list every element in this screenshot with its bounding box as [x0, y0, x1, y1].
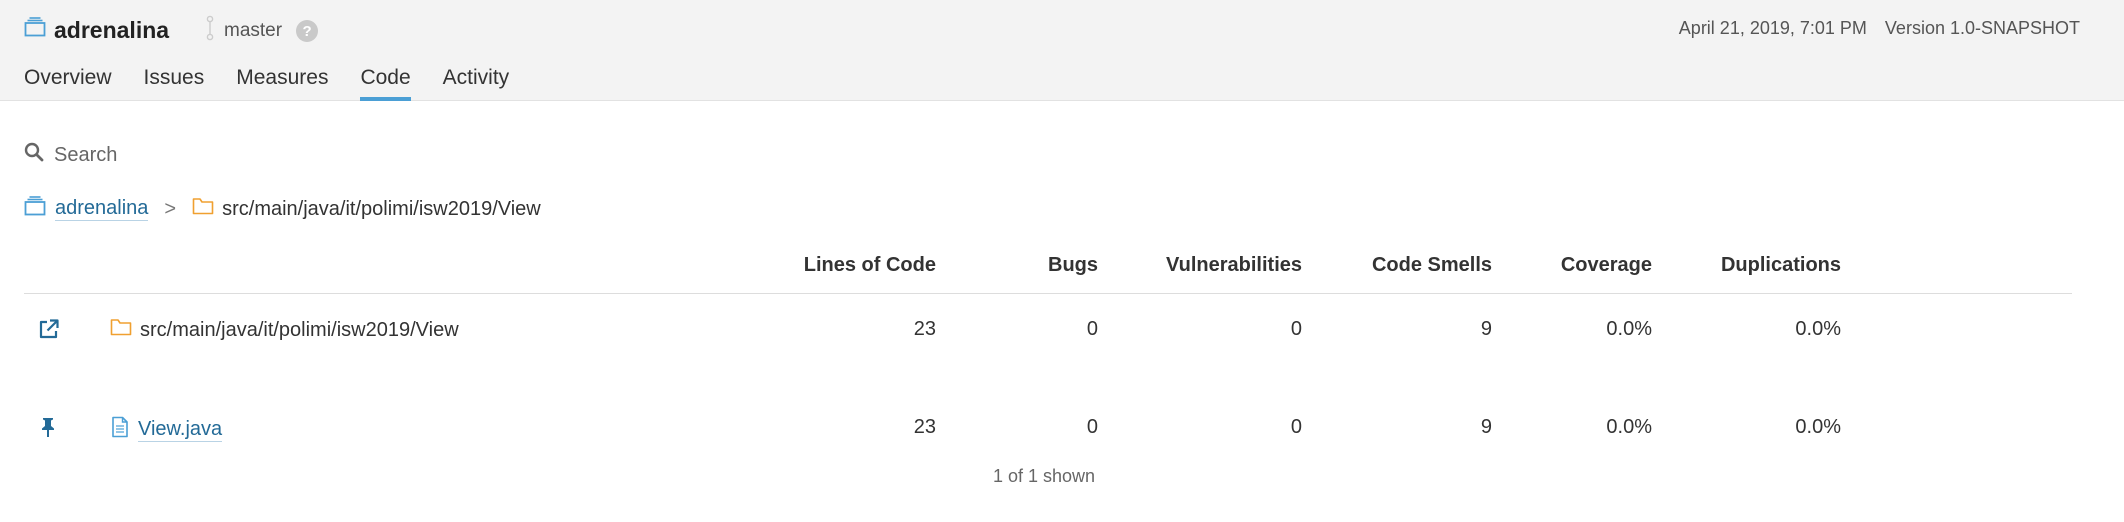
analysis-meta: April 21, 2019, 7:01 PM Version 1.0-SNAPS… — [1679, 18, 2080, 39]
breadcrumb-separator: > — [164, 197, 177, 220]
results-count: 1 of 1 shown — [993, 466, 1096, 486]
external-link-icon[interactable] — [38, 318, 60, 346]
coverage-value: 0.0% — [1606, 416, 1652, 438]
tab-issues[interactable]: Issues — [144, 64, 205, 101]
project-icon — [24, 17, 46, 43]
vulnerabilities-value: 0 — [1290, 416, 1302, 438]
branch-icon — [206, 15, 214, 47]
search-icon — [24, 142, 44, 168]
breadcrumb: adrenalina > src/main/java/it/polimi/isw… — [24, 194, 541, 224]
branch-selector[interactable]: master ? — [206, 15, 319, 47]
coverage-value: 0.0% — [1606, 318, 1652, 340]
table-header: Lines of Code Bugs Vulnerabilities Code … — [24, 250, 2072, 294]
table-row: View.java 23 0 0 9 0.0% 0.0% — [24, 404, 2072, 454]
project-header: adrenalina master ? April 21, 2019, 7:01… — [0, 0, 2124, 101]
search-placeholder: Search — [54, 143, 118, 166]
folder-icon — [192, 197, 214, 221]
project-icon — [24, 196, 46, 222]
bugs-value: 0 — [1086, 318, 1098, 340]
breadcrumb-root-link[interactable]: adrenalina — [55, 197, 149, 221]
duplications-value: 0.0% — [1795, 416, 1841, 438]
code-smells-value: 9 — [1480, 416, 1492, 438]
tab-activity[interactable]: Activity — [443, 64, 510, 101]
help-icon[interactable]: ? — [296, 20, 319, 42]
vulnerabilities-value: 0 — [1290, 318, 1302, 340]
navigation-tabs: Overview Issues Measures Code Activity — [24, 64, 541, 101]
branch-name: master — [224, 20, 283, 41]
header-duplications[interactable]: Duplications — [1721, 254, 1841, 277]
project-version: Version 1.0-SNAPSHOT — [1884, 18, 2080, 38]
file-icon — [110, 416, 130, 444]
code-smells-value: 9 — [1480, 318, 1492, 340]
header-code-smells[interactable]: Code Smells — [1372, 254, 1492, 277]
analysis-date: April 21, 2019, 7:01 PM — [1678, 18, 1867, 38]
header-vulnerabilities[interactable]: Vulnerabilities — [1166, 254, 1302, 277]
tab-code[interactable]: Code — [360, 64, 411, 101]
header-bugs[interactable]: Bugs — [1048, 254, 1098, 277]
tab-overview[interactable]: Overview — [24, 64, 112, 101]
component-name[interactable]: View.java — [110, 416, 223, 444]
file-link[interactable]: View.java — [138, 418, 223, 442]
header-lines-of-code[interactable]: Lines of Code — [804, 254, 936, 277]
table-row: src/main/java/it/polimi/isw2019/View 23 … — [24, 306, 2072, 356]
lines-of-code-value: 23 — [913, 416, 936, 438]
breadcrumb-current-path: src/main/java/it/polimi/isw2019/View — [222, 197, 541, 220]
bugs-value: 0 — [1086, 416, 1098, 438]
directory-name: src/main/java/it/polimi/isw2019/View — [140, 318, 459, 341]
pin-icon[interactable] — [38, 416, 58, 444]
lines-of-code-value: 23 — [913, 318, 936, 340]
project-name: adrenalina — [54, 16, 170, 43]
component-name: src/main/java/it/polimi/isw2019/View — [110, 318, 459, 342]
header-coverage[interactable]: Coverage — [1561, 254, 1652, 277]
tab-measures[interactable]: Measures — [236, 64, 328, 101]
duplications-value: 0.0% — [1795, 318, 1841, 340]
folder-icon — [110, 318, 132, 342]
project-title[interactable]: adrenalina — [24, 14, 169, 46]
search-input[interactable]: Search — [24, 140, 117, 170]
